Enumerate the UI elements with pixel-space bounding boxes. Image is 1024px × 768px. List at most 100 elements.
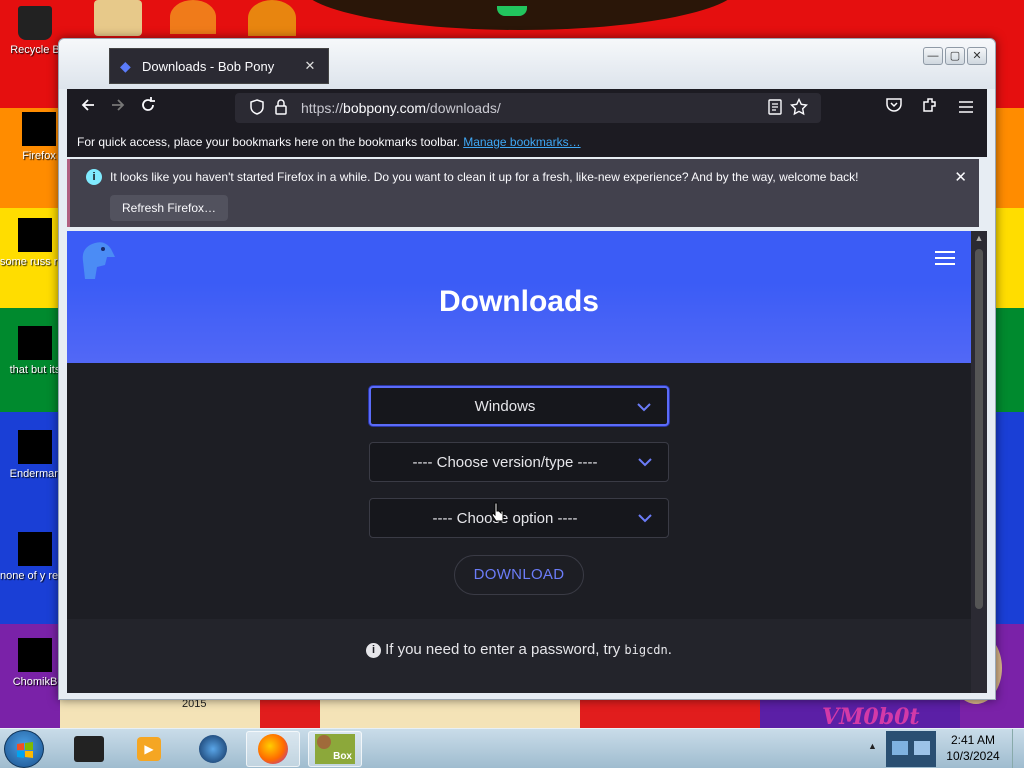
os-select[interactable]: Windows xyxy=(369,386,669,426)
info-icon: i xyxy=(366,643,382,658)
taskbar-item-box[interactable]: Box xyxy=(308,731,362,767)
pocket-button[interactable] xyxy=(879,93,909,123)
app-icon xyxy=(74,736,104,762)
extensions-icon xyxy=(923,98,936,112)
network-icon[interactable] xyxy=(892,741,908,755)
reload-icon xyxy=(142,97,155,111)
arrow-left-icon xyxy=(81,99,94,111)
navigation-toolbar: https://bobpony.com/downloads/ xyxy=(67,89,987,127)
os-select-value: Windows xyxy=(474,397,536,415)
lock-icon[interactable] xyxy=(269,98,293,118)
browser-window: ◆ Downloads - Bob Pony ✕ — ▢ ✕ https://b xyxy=(58,38,996,700)
info-icon: i xyxy=(86,169,102,185)
arrow-right-icon xyxy=(112,99,125,111)
recycle-bin-icon xyxy=(18,6,52,40)
document-icon xyxy=(18,218,52,252)
close-window-button[interactable]: ✕ xyxy=(967,47,987,65)
taskbar: ▶ Box ▲ 2:41 AM 10/3/2024 xyxy=(0,728,1024,768)
version-select-value: ---- Choose version/type ---- xyxy=(412,453,598,471)
taskbar-item-media-player[interactable]: ▶ xyxy=(122,731,176,767)
password-note-band: i If you need to enter a password, try bi… xyxy=(67,619,971,693)
reload-button[interactable] xyxy=(133,93,163,123)
download-button[interactable]: DOWNLOAD xyxy=(454,555,584,595)
bookmark-star-icon[interactable] xyxy=(787,97,811,119)
taskbar-item-globe[interactable] xyxy=(186,731,240,767)
address-bar[interactable]: https://bobpony.com/downloads/ xyxy=(235,93,821,123)
firefox-icon xyxy=(22,112,56,146)
pocket-icon xyxy=(886,98,902,112)
folder-icon[interactable] xyxy=(94,0,142,36)
manage-bookmarks-link[interactable]: Manage bookmarks… xyxy=(463,135,580,149)
page-content: Downloads Windows ---- Choose version/ty… xyxy=(67,231,971,693)
url-prefix: https:// xyxy=(301,100,344,116)
chevron-down-icon xyxy=(638,514,652,523)
app-icon xyxy=(18,532,52,566)
system-clock[interactable]: 2:41 AM 10/3/2024 xyxy=(936,732,1010,764)
app-menu-button[interactable] xyxy=(951,93,981,123)
app-icon[interactable] xyxy=(248,0,296,36)
clock-date: 10/3/2024 xyxy=(946,749,1000,763)
app-icon xyxy=(18,638,52,672)
url-host: bobpony.com xyxy=(343,100,427,116)
clock-time: 2:41 AM xyxy=(950,733,996,747)
password-note: i If you need to enter a password, try bi… xyxy=(67,641,971,658)
option-select-value: ---- Choose option ---- xyxy=(432,509,578,527)
bookmarks-hint: For quick access, place your bookmarks h… xyxy=(77,135,460,149)
hand-cursor-icon xyxy=(492,502,504,522)
shield-icon[interactable] xyxy=(245,98,269,118)
option-select[interactable]: ---- Choose option ---- xyxy=(369,498,669,538)
wallpaper-watermark: VM0b0t xyxy=(822,704,920,730)
forward-button[interactable] xyxy=(103,93,133,123)
toolbar-right xyxy=(879,93,981,123)
close-tab-icon[interactable]: ✕ xyxy=(302,58,318,74)
notice-message: It looks like you haven't started Firefo… xyxy=(110,170,859,184)
window-titlebar[interactable]: ◆ Downloads - Bob Pony ✕ — ▢ ✕ xyxy=(59,39,995,89)
windows-logo-icon xyxy=(17,742,33,758)
volume-icon[interactable] xyxy=(914,741,930,755)
bob-pony-logo-icon[interactable] xyxy=(75,235,119,283)
globe-icon xyxy=(199,735,227,763)
password-code: bigcdn xyxy=(624,643,668,657)
system-tray xyxy=(886,731,936,767)
firefox-icon xyxy=(258,734,288,764)
refresh-firefox-notice: i It looks like you haven't started Fire… xyxy=(67,159,979,227)
site-header xyxy=(67,231,971,283)
media-player-icon: ▶ xyxy=(137,737,161,761)
minimize-button[interactable]: — xyxy=(923,47,943,65)
chomikbox-icon: Box xyxy=(315,734,355,764)
url-path: /downloads/ xyxy=(426,100,501,116)
page-scrollbar[interactable]: ▲ xyxy=(971,231,987,693)
back-button[interactable] xyxy=(73,93,103,123)
chevron-down-icon xyxy=(638,458,652,467)
show-desktop-button[interactable] xyxy=(1012,729,1024,768)
password-note-end: . xyxy=(667,641,672,658)
hamburger-menu-icon xyxy=(959,101,973,113)
url-text[interactable]: https://bobpony.com/downloads/ xyxy=(301,100,763,116)
app-icon[interactable] xyxy=(170,0,216,34)
bookmarks-toolbar: For quick access, place your bookmarks h… xyxy=(67,127,987,157)
tab-downloads[interactable]: ◆ Downloads - Bob Pony ✕ xyxy=(109,48,329,84)
taskbar-item-app[interactable] xyxy=(62,731,116,767)
box-label: Box xyxy=(333,751,352,762)
reader-view-icon[interactable] xyxy=(763,98,787,118)
scroll-up-icon[interactable]: ▲ xyxy=(971,233,987,243)
document-icon xyxy=(18,430,52,464)
page-title: Downloads xyxy=(438,285,599,318)
version-select[interactable]: ---- Choose version/type ---- xyxy=(369,442,669,482)
maximize-button[interactable]: ▢ xyxy=(945,47,965,65)
start-button[interactable] xyxy=(4,730,44,768)
password-note-text: If you need to enter a password, try xyxy=(385,641,621,658)
extensions-button[interactable] xyxy=(915,93,945,123)
close-icon[interactable]: ✕ xyxy=(954,168,967,186)
document-icon xyxy=(18,326,52,360)
bob-pony-favicon-icon: ◆ xyxy=(120,58,131,74)
window-controls: — ▢ ✕ xyxy=(923,47,987,65)
scrollbar-thumb[interactable] xyxy=(975,249,983,609)
chevron-down-icon xyxy=(637,403,651,412)
site-menu-icon[interactable] xyxy=(935,251,955,265)
taskbar-item-firefox[interactable] xyxy=(246,731,300,767)
refresh-firefox-button[interactable]: Refresh Firefox… xyxy=(110,195,229,221)
hero-banner: Downloads xyxy=(67,283,971,363)
tab-title: Downloads - Bob Pony xyxy=(142,58,275,74)
tray-expand-icon[interactable]: ▲ xyxy=(868,741,877,751)
